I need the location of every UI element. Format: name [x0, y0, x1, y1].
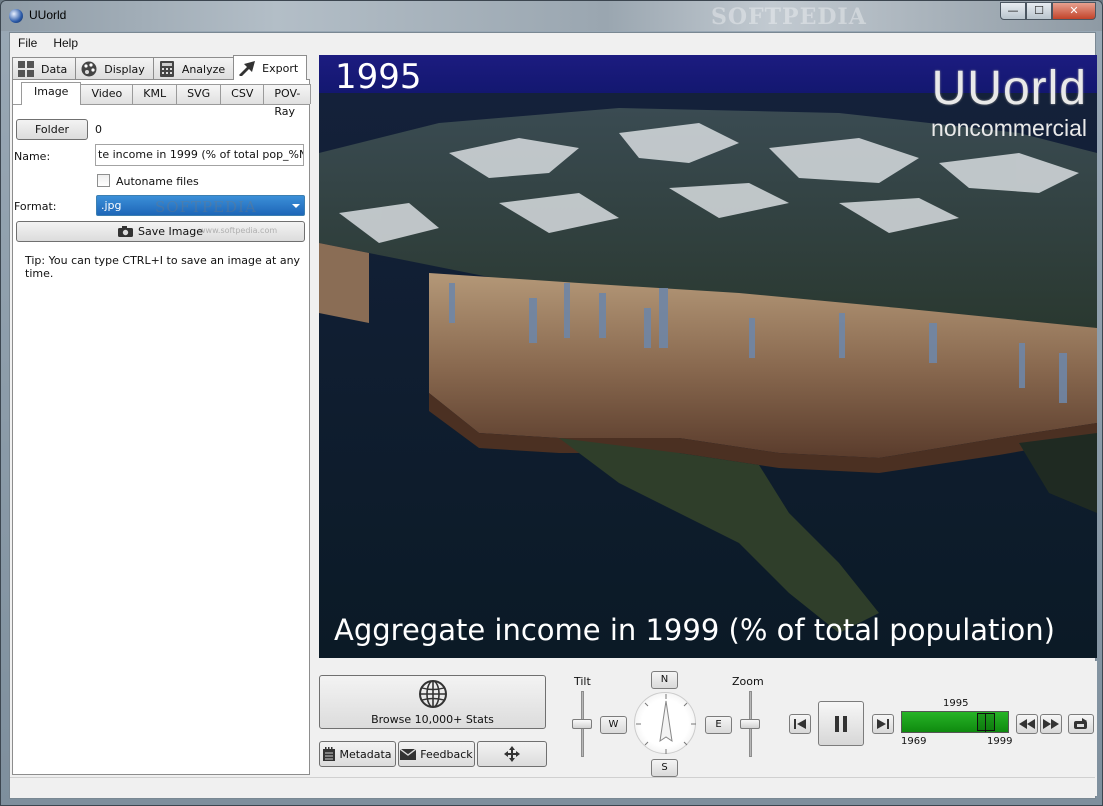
format-value: .jpg — [101, 199, 122, 212]
export-format-tabs: Image Video KML SVG CSV POV-Ray — [21, 82, 312, 118]
map-viewport[interactable]: 1995 UUorld noncommercial Aggregate inco… — [319, 55, 1097, 658]
browse-stats-button[interactable]: Browse 10,000+ Stats — [319, 675, 546, 729]
export-tip: Tip: You can type CTRL+I to save an imag… — [25, 254, 301, 280]
skip-back-icon — [794, 719, 806, 729]
notepad-icon — [323, 747, 336, 761]
envelope-icon — [400, 748, 417, 760]
metadata-button[interactable]: Metadata — [319, 741, 396, 767]
tilt-label: Tilt — [574, 675, 591, 688]
autoname-label: Autoname files — [116, 175, 199, 188]
left-panel: Data Display Analyze Export Image Video … — [12, 55, 312, 795]
app-window: UUorld SOFTPEDIA — ☐ ✕ File Help Data Di… — [0, 0, 1103, 806]
zoom-slider-thumb[interactable] — [740, 719, 760, 729]
title-bar[interactable]: UUorld SOFTPEDIA — ☐ ✕ — [1, 1, 1102, 31]
globe-icon — [418, 680, 447, 708]
feedback-label: Feedback — [420, 747, 473, 761]
status-bar — [10, 777, 1095, 799]
subtab-csv[interactable]: CSV — [220, 84, 265, 104]
compass-needle-icon — [636, 694, 696, 754]
folder-button[interactable]: Folder — [16, 119, 88, 140]
palette-icon — [80, 61, 98, 77]
timeline-start-year: 1969 — [901, 736, 927, 747]
minimize-button[interactable]: — — [1000, 2, 1026, 20]
subtab-svg[interactable]: SVG — [176, 84, 222, 104]
chevron-down-icon — [292, 204, 300, 208]
menu-bar: File Help — [10, 33, 1095, 54]
metadata-label: Metadata — [339, 747, 392, 761]
east-button[interactable]: E — [705, 716, 732, 734]
app-globe-icon — [9, 9, 23, 23]
export-panel: Image Video KML SVG CSV POV-Ray Folder 0… — [12, 79, 312, 775]
tab-analyze-label: Analyze — [181, 62, 226, 76]
grid-icon — [17, 61, 35, 77]
tab-display[interactable]: Display — [75, 57, 154, 80]
tilt-slider-thumb[interactable] — [572, 719, 592, 729]
timeline-end-year: 1999 — [987, 736, 1013, 747]
subtab-povray[interactable]: POV-Ray — [263, 84, 312, 118]
maximize-button[interactable]: ☐ — [1026, 2, 1052, 20]
globe-3d-map[interactable] — [319, 93, 1097, 658]
tab-display-label: Display — [104, 62, 145, 76]
timeline-handle[interactable] — [977, 713, 995, 732]
map-caption: Aggregate income in 1999 (% of total pop… — [334, 613, 1055, 647]
window-title: UUorld — [29, 8, 67, 22]
north-button[interactable]: N — [651, 671, 678, 689]
loop-icon — [1074, 718, 1087, 729]
map-year-label: 1995 — [335, 57, 422, 97]
image-export-body: Folder 0 Name: te income in 1999 (% of t… — [13, 104, 309, 774]
browse-stats-label: Browse 10,000+ Stats — [371, 713, 494, 726]
skip-to-start-button[interactable] — [789, 714, 811, 734]
tab-data[interactable]: Data — [12, 57, 77, 80]
folder-value: 0 — [95, 123, 102, 136]
tab-analyze[interactable]: Analyze — [152, 57, 235, 80]
client-area: File Help Data Display Analyze Export Im… — [9, 32, 1097, 799]
move-arrows-icon — [504, 746, 520, 762]
menu-file[interactable]: File — [10, 33, 45, 54]
loop-button[interactable] — [1068, 714, 1094, 734]
camera-icon — [118, 226, 134, 237]
name-input[interactable]: te income in 1999 (% of total pop_%NNNN — [95, 144, 304, 166]
pause-icon — [835, 715, 847, 732]
south-button[interactable]: S — [651, 759, 678, 777]
rewind-button[interactable] — [1016, 714, 1038, 734]
skip-to-end-button[interactable] — [872, 714, 894, 734]
skip-forward-icon — [877, 719, 889, 729]
pause-button[interactable] — [818, 701, 864, 746]
tab-export[interactable]: Export — [233, 55, 308, 80]
pan-move-button[interactable] — [477, 741, 547, 767]
uuorld-logo: UUorld — [931, 62, 1087, 115]
close-button[interactable]: ✕ — [1052, 2, 1096, 20]
softpedia-watermark: SOFTPEDIA — [711, 4, 867, 30]
fast-forward-button[interactable] — [1040, 714, 1062, 734]
compass-dial[interactable] — [634, 692, 696, 754]
format-label: Format: — [14, 200, 57, 213]
subtab-video[interactable]: Video — [80, 84, 134, 104]
rewind-icon — [1019, 719, 1035, 729]
save-image-label: Save Image — [138, 225, 203, 238]
subtab-image[interactable]: Image — [21, 82, 82, 105]
softpedia-url-watermark: www.softpedia.com — [199, 226, 278, 235]
zoom-label: Zoom — [732, 675, 764, 688]
export-arrow-icon — [238, 60, 256, 76]
main-tab-bar: Data Display Analyze Export — [12, 55, 308, 80]
name-label: Name: — [14, 150, 51, 163]
timeline-current-year: 1995 — [943, 698, 969, 709]
tab-export-label: Export — [262, 61, 299, 75]
noncommercial-label: noncommercial — [931, 115, 1087, 141]
timeline-slider[interactable] — [901, 711, 1009, 733]
fast-forward-icon — [1043, 719, 1059, 729]
calculator-icon — [158, 61, 176, 77]
control-bar: Browse 10,000+ Stats Metadata Feedback T… — [319, 661, 1097, 796]
west-button[interactable]: W — [600, 716, 627, 734]
format-select[interactable]: .jpg — [96, 195, 305, 216]
tab-data-label: Data — [41, 62, 68, 76]
subtab-kml[interactable]: KML — [132, 84, 178, 104]
feedback-button[interactable]: Feedback — [398, 741, 475, 767]
menu-help[interactable]: Help — [45, 33, 86, 54]
autoname-checkbox[interactable] — [97, 174, 110, 187]
